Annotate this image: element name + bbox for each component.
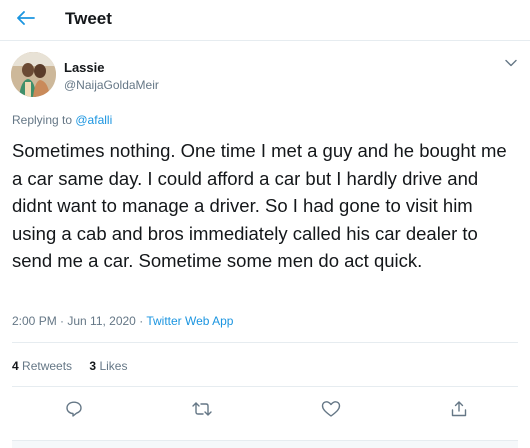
likes-stat[interactable]: 3 Likes — [89, 359, 127, 373]
avatar-image — [11, 52, 56, 97]
share-icon — [451, 401, 467, 417]
more-options-button[interactable] — [502, 54, 520, 72]
reply-mention-link[interactable]: @afalli — [75, 113, 112, 127]
tweet-text: Sometimes nothing. One time I met a guy … — [12, 140, 507, 272]
like-icon — [321, 401, 341, 417]
author-handle[interactable]: @NaijaGoldaMeir — [64, 78, 159, 92]
author-display-name[interactable]: Lassie — [64, 60, 104, 75]
avatar[interactable] — [11, 52, 56, 97]
tweet-stats: 4 Retweets 3 Likes — [12, 359, 141, 373]
replying-to-label: Replying to — [12, 113, 76, 127]
retweets-stat[interactable]: 4 Retweets — [12, 359, 72, 373]
page-header: Tweet — [0, 0, 530, 41]
tweet-timestamp[interactable]: 2:00 PM · Jun 11, 2020 · — [12, 314, 146, 328]
replying-to: Replying to @afalli — [12, 113, 112, 127]
tweet-source-link[interactable]: Twitter Web App — [146, 314, 233, 328]
likes-count: 3 — [89, 359, 97, 373]
reply-button[interactable] — [63, 398, 85, 420]
divider — [12, 386, 518, 387]
share-button[interactable] — [448, 398, 470, 420]
retweets-label: Retweets — [22, 359, 73, 373]
next-panel-edge — [12, 440, 518, 448]
like-button[interactable] — [320, 398, 342, 420]
retweet-icon — [192, 402, 212, 416]
divider — [12, 342, 518, 343]
back-button[interactable] — [12, 4, 40, 32]
arrow-left-icon — [17, 11, 35, 25]
likes-label: Likes — [99, 359, 128, 373]
chevron-down-icon — [505, 59, 517, 67]
retweets-count: 4 — [12, 359, 19, 373]
page-title: Tweet — [65, 9, 112, 28]
reply-icon — [66, 401, 82, 417]
tweet-meta: 2:00 PM · Jun 11, 2020 · Twitter Web App — [12, 314, 233, 328]
retweet-button[interactable] — [191, 398, 213, 420]
